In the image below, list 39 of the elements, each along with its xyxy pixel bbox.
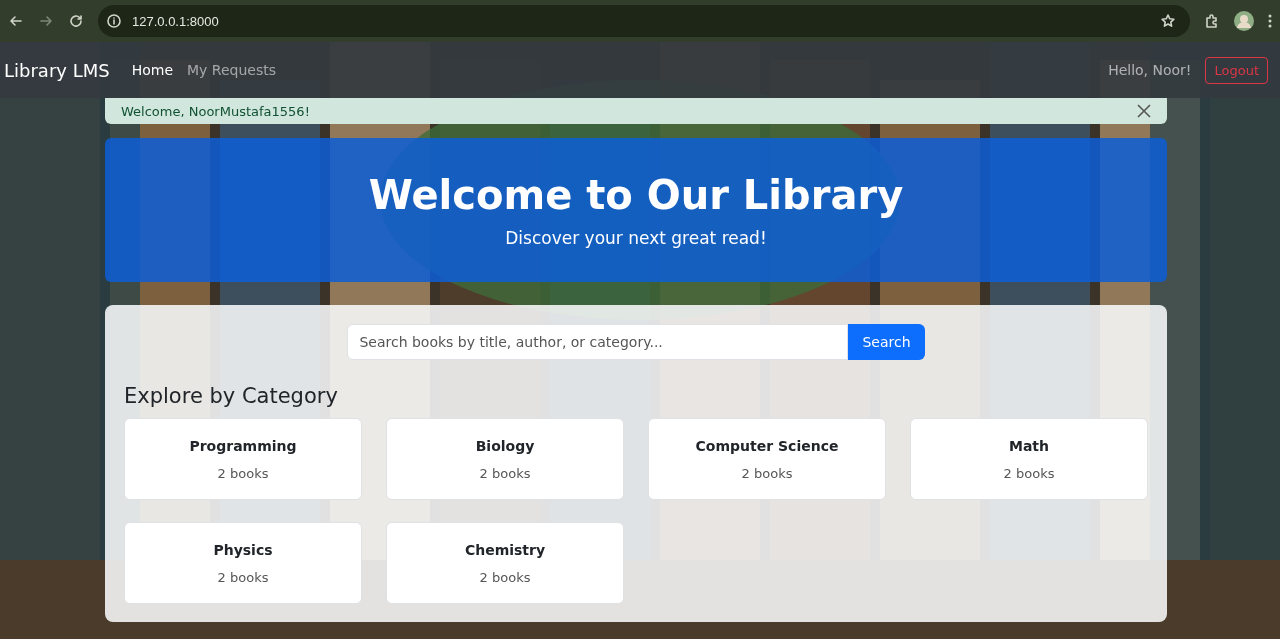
- category-card[interactable]: Math 2 books: [910, 418, 1148, 500]
- hero-title: Welcome to Our Library: [368, 172, 904, 218]
- info-icon[interactable]: [106, 13, 122, 29]
- brand-title[interactable]: Library LMS: [4, 59, 110, 81]
- book-count: 2 books: [1003, 465, 1055, 481]
- url-text: 127.0.0.1:8000: [132, 13, 219, 29]
- hero-subtitle: Discover your next great read!: [505, 228, 767, 248]
- reload-icon[interactable]: [68, 13, 84, 29]
- forward-icon[interactable]: [38, 13, 54, 29]
- close-icon[interactable]: [1137, 104, 1151, 118]
- nav-link[interactable]: My Requests: [187, 62, 276, 78]
- category-name: Physics: [213, 541, 273, 558]
- search-field[interactable]: Search books by title, author, or category...: [347, 324, 849, 360]
- category-card[interactable]: Biology 2 books: [386, 418, 624, 500]
- book-count: 2 books: [217, 569, 269, 585]
- category-card[interactable]: Chemistry 2 books: [386, 522, 624, 604]
- avatar-icon[interactable]: [1234, 11, 1254, 31]
- category-card[interactable]: Computer Science 2 books: [648, 418, 886, 500]
- puzzle-icon[interactable]: [1204, 13, 1220, 29]
- category-card[interactable]: Physics 2 books: [124, 522, 362, 604]
- category-name: Computer Science: [695, 437, 839, 454]
- address-bar[interactable]: 127.0.0.1:8000: [98, 5, 1190, 37]
- menu-icon[interactable]: [1268, 13, 1272, 29]
- category-name: Programming: [189, 437, 297, 454]
- category-name: Biology: [475, 437, 535, 454]
- book-count: 2 books: [741, 465, 793, 481]
- back-icon[interactable]: [8, 13, 24, 29]
- book-count: 2 books: [217, 465, 269, 481]
- section-heading: Explore by Category: [124, 384, 339, 408]
- book-count: 2 books: [479, 465, 531, 481]
- search-button[interactable]: Search: [848, 324, 925, 360]
- greeting-text: Hello, Noor!: [1108, 62, 1192, 78]
- category-name: Chemistry: [464, 541, 546, 558]
- book-count: 2 books: [479, 569, 531, 585]
- star-icon[interactable]: [1160, 13, 1176, 29]
- category-card[interactable]: Programming 2 books: [124, 418, 362, 500]
- category-name: Math: [1008, 437, 1049, 454]
- nav-link[interactable]: Home: [131, 62, 173, 78]
- alert-text: Welcome, NoorMustafa1556!: [121, 103, 310, 119]
